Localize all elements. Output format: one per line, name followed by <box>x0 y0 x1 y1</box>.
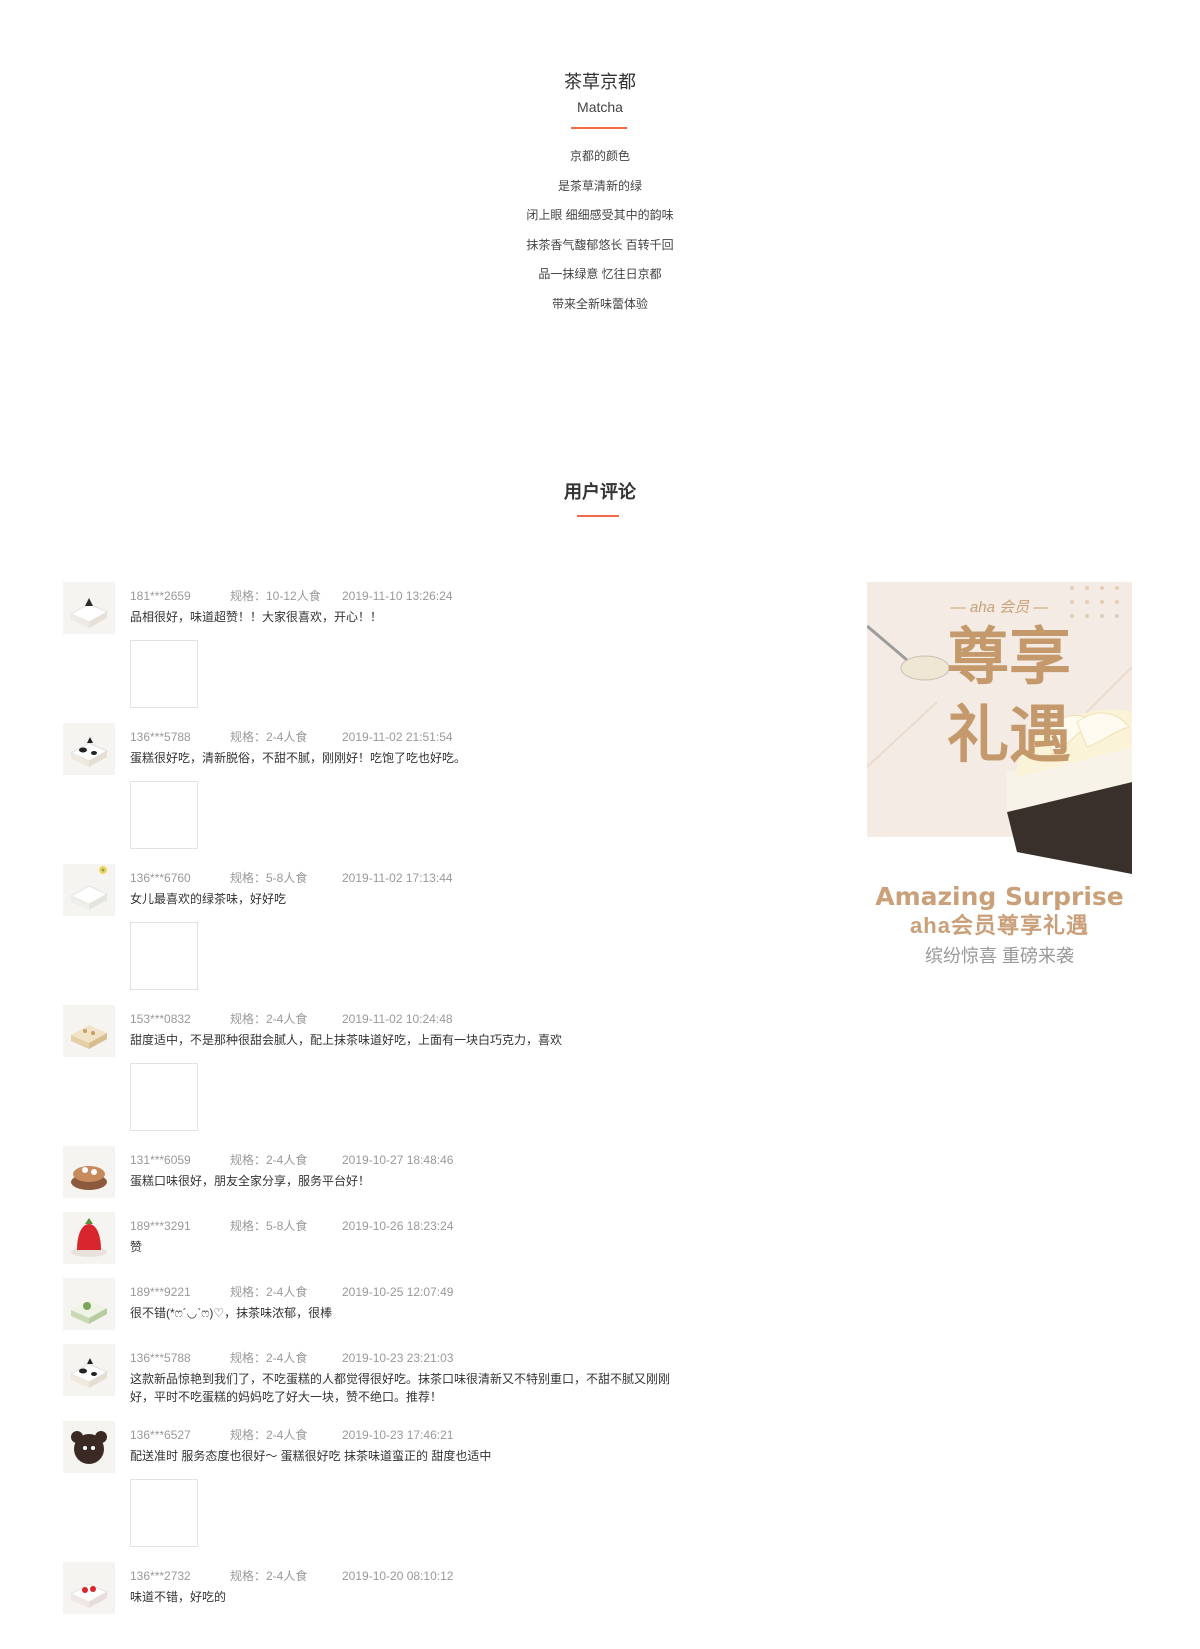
review-spec: 规格：2-4人食 <box>230 1285 308 1299</box>
reviewer-name: 189***3291 <box>130 1219 191 1233</box>
member-promo-banner[interactable]: — aha 会员 — 尊享 礼遇 Amazing Surprise aha会员尊… <box>866 582 1133 972</box>
review-spec: 规格：2-4人食 <box>230 730 308 744</box>
review-spec: 规格：2-4人食 <box>230 1153 308 1167</box>
review-text: 很不错(*ෆ´◡`ෆ)♡，抹茶味浓郁，很棒 <box>130 1306 333 1320</box>
review-timestamp: 2019-11-10 13:26:24 <box>342 589 453 603</box>
product-description: 京都的颜色 是茶草清新的绿 闭上眼 细细感受其中的韵味 抹茶香气馥郁悠长 百转千… <box>0 142 1200 319</box>
review-text: 蛋糕很好吃，清新脱俗，不甜不腻，刚刚好！吃饱了吃也好吃。 <box>130 751 467 765</box>
cake-thumbnail-icon <box>63 1344 115 1396</box>
cake-thumbnail-icon <box>63 1146 115 1198</box>
reviewer-avatar <box>63 1212 115 1264</box>
review-meta: 136***2732 规格：2-4人食 2019-10-20 08:10:12 <box>130 1568 453 1584</box>
cake-thumbnail-icon <box>63 582 115 634</box>
review-meta: 136***6760 规格：5-8人食 2019-11-02 17:13:44 <box>130 870 453 886</box>
reviews-heading-underline <box>577 515 619 517</box>
review-timestamp: 2019-10-26 18:23:24 <box>342 1219 454 1233</box>
reviewer-name: 136***6527 <box>130 1428 191 1442</box>
review-meta: 136***5788 规格：2-4人食 2019-10-23 23:21:03 <box>130 1350 453 1366</box>
review-meta: 131***6059 规格：2-4人食 2019-10-27 18:48:46 <box>130 1152 453 1168</box>
reviewer-avatar <box>63 1421 115 1473</box>
review-meta: 189***9221 规格：2-4人食 2019-10-25 12:07:49 <box>130 1284 453 1300</box>
review-meta: 189***3291 规格：5-8人食 2019-10-26 18:23:24 <box>130 1218 453 1234</box>
reviewer-name: 181***2659 <box>130 589 191 603</box>
review-meta: 136***6527 规格：2-4人食 2019-10-23 17:46:21 <box>130 1427 453 1443</box>
review-spec: 规格：2-4人食 <box>230 1569 308 1583</box>
description-line: 带来全新味蕾体验 <box>551 296 648 311</box>
reviewer-name: 131***6059 <box>130 1153 191 1167</box>
description-line: 京都的颜色 <box>569 149 630 163</box>
review-timestamp: 2019-10-23 23:21:03 <box>342 1351 454 1365</box>
review-text: 女儿最喜欢的绿茶味，好好吃 <box>130 892 287 906</box>
promo-headline-2: 礼遇 <box>947 698 1072 771</box>
promo-tagline: 缤纷惊喜 重磅来袭 <box>924 946 1074 966</box>
review-text: 品相很好，味道超赞！！大家很喜欢，开心！！ <box>130 610 383 624</box>
review-text: 赞 <box>130 1240 143 1254</box>
review-text: 配送准时 服务态度也很好～ 蛋糕很好吃 抹茶味道蛮正的 甜度也适中 <box>130 1449 492 1463</box>
review-timestamp: 2019-10-23 17:46:21 <box>342 1428 454 1442</box>
reviewer-name: 136***6760 <box>130 871 191 885</box>
cake-thumbnail-icon <box>63 723 115 775</box>
reviewer-name: 136***5788 <box>130 730 191 744</box>
review-timestamp: 2019-11-02 10:24:48 <box>342 1012 453 1026</box>
review-spec: 规格：5-8人食 <box>230 1219 308 1233</box>
review-photo[interactable] <box>130 781 198 849</box>
promo-image: — aha 会员 — 尊享 礼遇 <box>866 582 1133 882</box>
promo-badge: — aha 会员 — <box>950 599 1049 616</box>
review-meta: 153***0832 规格：2-4人食 2019-11-02 10:24:48 <box>130 1011 453 1027</box>
reviewer-avatar <box>63 1005 115 1057</box>
cake-thumbnail-icon <box>63 1005 115 1057</box>
review-photo[interactable] <box>130 640 198 708</box>
review-timestamp: 2019-10-27 18:48:46 <box>342 1153 454 1167</box>
reviewer-avatar <box>63 1344 115 1396</box>
reviewer-name: 136***2732 <box>130 1569 191 1583</box>
promo-title-cn: aha会员尊享礼遇 <box>910 913 1089 938</box>
reviewer-name: 153***0832 <box>130 1012 191 1026</box>
cake-thumbnail-icon <box>63 1278 115 1330</box>
description-line: 是茶草清新的绿 <box>557 178 642 193</box>
reviewer-avatar <box>63 582 115 634</box>
review-text: 这款新品惊艳到我们了，不吃蛋糕的人都觉得很好吃。抹茶口味很清新又不特别重口，不甜… <box>130 1372 671 1404</box>
reviewer-avatar <box>63 1562 115 1614</box>
cake-thumbnail-icon <box>63 1212 115 1264</box>
review-meta: 136***5788 规格：2-4人食 2019-11-02 21:51:54 <box>130 729 453 745</box>
review-text: 味道不错，好吃的 <box>130 1590 227 1604</box>
reviewer-avatar <box>63 1146 115 1198</box>
review-timestamp: 2019-11-02 17:13:44 <box>342 871 453 885</box>
description-line: 品一抹绿意 忆往日京都 <box>538 267 662 281</box>
cake-thumbnail-icon <box>63 1421 115 1473</box>
review-timestamp: 2019-10-20 08:10:12 <box>342 1569 454 1583</box>
promo-title-en: Amazing Surprise <box>875 882 1124 911</box>
reviewer-name: 189***9221 <box>130 1285 191 1299</box>
review-spec: 规格：10-12人食 <box>230 589 321 603</box>
review-photo[interactable] <box>130 1479 198 1547</box>
title-underline <box>571 127 627 129</box>
cake-thumbnail-icon <box>63 864 115 916</box>
cake-thumbnail-icon <box>63 1562 115 1614</box>
description-line: 抹茶香气馥郁悠长 百转千回 <box>526 237 674 252</box>
review-text: 蛋糕口味很好，朋友全家分享，服务平台好！ <box>130 1174 371 1188</box>
reviewer-avatar <box>63 1278 115 1330</box>
review-spec: 规格：2-4人食 <box>230 1351 308 1365</box>
reviewer-avatar <box>63 723 115 775</box>
review-photo[interactable] <box>130 922 198 990</box>
review-spec: 规格：5-8人食 <box>230 871 308 885</box>
reviewer-name: 136***5788 <box>130 1351 191 1365</box>
reviewer-avatar <box>63 864 115 916</box>
review-spec: 规格：2-4人食 <box>230 1012 308 1026</box>
description-line: 闭上眼 细细感受其中的韵味 <box>526 208 674 222</box>
promo-headline-1: 尊享 <box>947 620 1072 693</box>
product-title: 茶草京都 <box>564 72 636 92</box>
review-timestamp: 2019-10-25 12:07:49 <box>342 1285 454 1299</box>
review-meta: 181***2659 规格：10-12人食 2019-11-10 13:26:24 <box>130 588 453 604</box>
review-spec: 规格：2-4人食 <box>230 1428 308 1442</box>
review-timestamp: 2019-11-02 21:51:54 <box>342 730 453 744</box>
review-text: 甜度适中，不是那种很甜会腻人，配上抹茶味道好吃，上面有一块白巧克力，喜欢 <box>130 1033 563 1047</box>
product-subtitle: Matcha <box>577 99 623 115</box>
review-photo[interactable] <box>130 1063 198 1131</box>
reviews-heading: 用户评论 <box>564 482 636 502</box>
